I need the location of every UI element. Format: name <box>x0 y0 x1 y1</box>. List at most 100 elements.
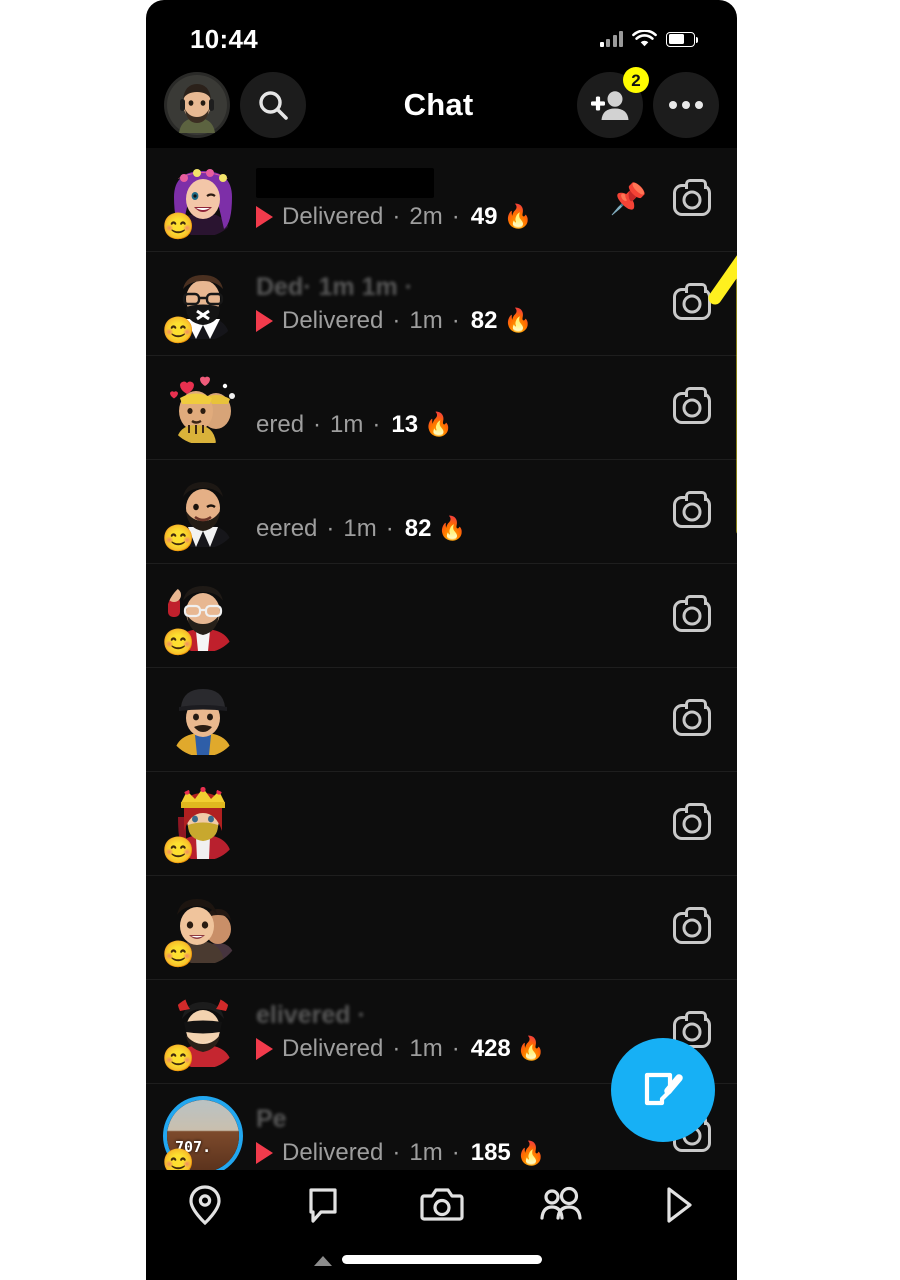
chat-list[interactable]: 😊 Delivered · 2m · 49 🔥 📌 😊 Ded· 1m 1m · Delivered… <box>146 148 737 1170</box>
chat-avatar[interactable] <box>160 677 246 763</box>
chat-row[interactable]: 😊 <box>146 876 737 980</box>
streak-count: 185 <box>470 1139 511 1166</box>
chat-avatar[interactable]: 😊 <box>160 469 246 555</box>
chat-row[interactable]: 😊 Delivered · 2m · 49 🔥 📌 <box>146 148 737 252</box>
friend-emoji-badge: 😊 <box>162 314 195 345</box>
friends-people-icon <box>540 1186 582 1220</box>
delivery-status: Delivered <box>282 202 384 230</box>
nav-active-indicator <box>314 1256 333 1266</box>
profile-bitmoji-avatar[interactable] <box>164 72 230 138</box>
chat-avatar[interactable] <box>160 365 246 451</box>
pin-icon[interactable]: 📌 <box>610 184 647 215</box>
chat-row[interactable]: 😊 <box>146 772 737 876</box>
status-time: 10:44 <box>190 23 258 54</box>
add-friend-button[interactable]: 2 <box>577 67 649 138</box>
delivery-status: eered <box>256 514 318 542</box>
camera-icon[interactable] <box>673 178 711 216</box>
battery-icon <box>666 31 698 47</box>
sent-arrow-icon <box>256 1037 273 1060</box>
chat-avatar[interactable]: 707. 😊 <box>160 1093 246 1170</box>
chat-row-actions <box>673 802 711 840</box>
chat-username <box>256 896 663 926</box>
chat-username <box>256 584 663 614</box>
chat-row-body <box>246 792 663 856</box>
chat-row-actions: 📌 <box>610 178 711 216</box>
app-header: Chat 2 <box>146 62 737 148</box>
chat-status-line: Delivered · 1m · 428 🔥 <box>256 1034 663 1064</box>
nav-item-map[interactable] <box>146 1184 264 1254</box>
chat-avatar[interactable]: 😊 <box>160 157 246 243</box>
more-options-button[interactable] <box>653 72 719 138</box>
bitmoji-cap-mustache-yellow-shirt <box>166 683 240 757</box>
chat-avatar[interactable]: 😊 <box>160 885 246 971</box>
chat-row[interactable] <box>146 668 737 772</box>
friend-emoji-badge: 😊 <box>162 1042 195 1073</box>
chat-avatar[interactable]: 😊 <box>160 989 246 1075</box>
map-location-pin-icon <box>189 1185 221 1226</box>
chat-avatar[interactable]: 😊 <box>160 573 246 659</box>
camera-icon <box>419 1188 464 1221</box>
chat-status-line: Delivered · 2m · 49 🔥 <box>256 202 600 232</box>
chat-row-body: Pe Delivered · 1m · 185 🔥 <box>246 1104 663 1168</box>
chat-status-line <box>256 930 663 960</box>
friend-emoji-badge: 😊 <box>162 938 195 969</box>
chat-username: Ded· 1m 1m · <box>256 272 413 301</box>
chat-row-body: Ded· 1m 1m · Delivered · 1m · 82 🔥 <box>246 272 663 336</box>
chat-username <box>256 167 434 198</box>
home-indicator <box>341 1255 542 1264</box>
chat-row[interactable]: 😊 Ded· 1m 1m · Delivered · 1m · 82 🔥 <box>146 252 737 356</box>
streak-count: 82 <box>470 306 498 334</box>
camera-icon[interactable] <box>673 490 711 528</box>
wifi-icon <box>632 29 657 46</box>
streak-count: 428 <box>470 1034 511 1062</box>
camera-icon[interactable] <box>673 282 711 320</box>
status-bar: 10:44 <box>146 0 737 68</box>
chat-timestamp: 1m <box>409 1139 443 1166</box>
nav-item-friends[interactable] <box>501 1184 619 1254</box>
delivery-status: ered <box>256 410 305 438</box>
screenshot-stage: 10:44 Chat 2 😊 Delivered · 2m · 49 🔥 📌 😊… <box>0 0 900 1280</box>
chat-avatar[interactable]: 😊 <box>160 261 246 347</box>
add-friend-badge: 2 <box>623 67 649 93</box>
fire-streak-icon: 🔥 <box>516 1035 546 1061</box>
chat-row[interactable]: 😊 <box>146 564 737 668</box>
chat-row[interactable]: 😊 eered · 1m · 82 🔥 <box>146 460 737 564</box>
delivery-status: Delivered <box>282 306 384 334</box>
chat-timestamp: 2m <box>409 202 443 230</box>
chat-row-body: eered · 1m · 82 🔥 <box>246 480 663 544</box>
chat-row-body <box>246 688 663 752</box>
nav-item-chat[interactable] <box>264 1184 382 1266</box>
chat-avatar[interactable]: 😊 <box>160 781 246 867</box>
sent-arrow-icon <box>256 1142 273 1164</box>
streak-count: 49 <box>470 202 498 230</box>
camera-icon[interactable] <box>673 386 711 424</box>
chat-status-line: eered · 1m · 82 🔥 <box>256 514 467 542</box>
new-chat-button[interactable] <box>611 1038 715 1142</box>
camera-icon[interactable] <box>673 906 711 944</box>
fire-streak-icon: 🔥 <box>424 411 453 437</box>
cellular-signal-icon <box>599 31 623 47</box>
chat-timestamp: 1m <box>330 410 364 438</box>
fire-streak-icon: 🔥 <box>503 203 533 229</box>
search-icon <box>259 91 288 120</box>
chat-row[interactable]: ered · 1m · 13 🔥 <box>146 356 737 460</box>
camera-icon[interactable] <box>673 698 711 736</box>
chat-timestamp: 1m <box>343 514 377 542</box>
new-chat-compose-icon <box>644 1072 683 1106</box>
nav-item-camera[interactable] <box>382 1184 500 1254</box>
chat-username: Pe <box>256 1105 287 1133</box>
camera-icon[interactable] <box>673 594 711 632</box>
chat-status-line <box>256 826 663 856</box>
search-button[interactable] <box>240 72 306 138</box>
chat-row-actions <box>673 906 711 944</box>
chat-row-body: Delivered · 2m · 49 🔥 <box>246 167 600 232</box>
add-friend-icon <box>591 91 629 120</box>
camera-icon[interactable] <box>673 802 711 840</box>
chat-timestamp: 1m <box>409 1034 443 1062</box>
nav-item-spotlight[interactable] <box>619 1184 737 1254</box>
bottom-navigation[interactable] <box>146 1170 737 1280</box>
chat-row-actions <box>673 386 711 424</box>
chat-row-body: ered · 1m · 13 🔥 <box>246 376 663 440</box>
delivery-status: Delivered <box>282 1034 384 1062</box>
chat-username <box>256 480 663 510</box>
